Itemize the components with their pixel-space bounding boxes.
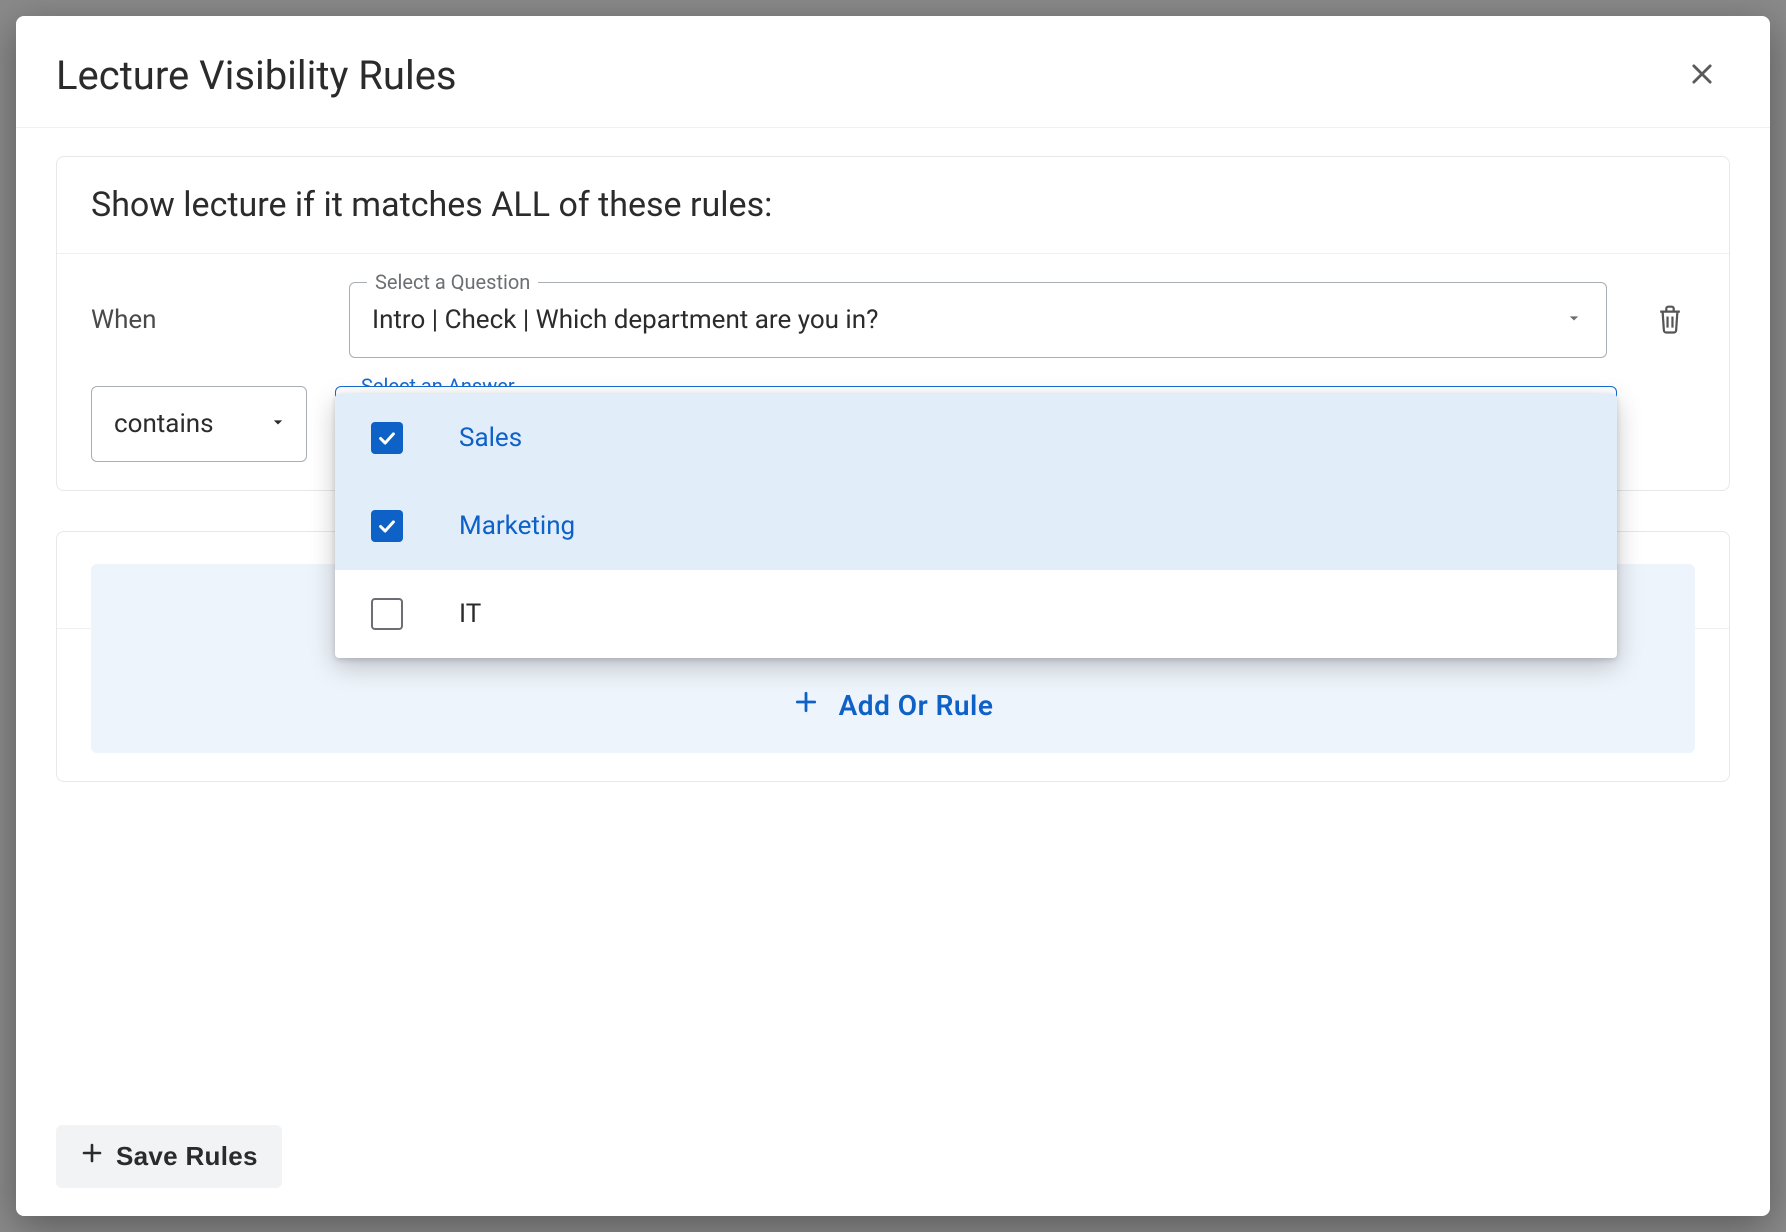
checkbox-unchecked-icon (371, 598, 403, 630)
answer-option-label: Marketing (459, 511, 575, 541)
answer-option-label: IT (459, 599, 481, 629)
close-icon (1688, 76, 1716, 91)
trash-icon (1655, 323, 1685, 338)
answer-option-label: Sales (459, 423, 522, 453)
rule-question-row: When Select a Question Intro | Check | W… (91, 282, 1695, 358)
plus-icon (80, 1141, 104, 1172)
caret-down-icon (1564, 305, 1584, 335)
operator-select[interactable]: contains (91, 386, 307, 462)
delete-rule-button[interactable] (1645, 295, 1695, 346)
all-rules-title: Show lecture if it matches ALL of these … (91, 185, 1695, 225)
checkbox-checked-icon (371, 510, 403, 542)
modal-header: Lecture Visibility Rules (16, 16, 1770, 128)
when-label: When (91, 305, 321, 335)
checkbox-checked-icon (371, 422, 403, 454)
question-select-value: Intro | Check | Which department are you… (372, 305, 878, 335)
rule-answer-row: contains Select an Answer (91, 386, 1695, 462)
all-rules-header: Show lecture if it matches ALL of these … (57, 157, 1729, 254)
plus-icon (793, 689, 819, 722)
visibility-rules-modal: Lecture Visibility Rules Show lecture if… (16, 16, 1770, 1216)
answer-option-marketing[interactable]: Marketing (335, 482, 1617, 570)
operator-select-value: contains (114, 409, 214, 439)
add-or-rule-label: Add Or Rule (839, 689, 994, 722)
save-rules-button[interactable]: Save Rules (56, 1125, 282, 1188)
caret-down-icon (268, 409, 288, 439)
close-button[interactable] (1682, 54, 1722, 97)
answer-option-it[interactable]: IT (335, 570, 1617, 658)
answer-dropdown-menu: Sales Marketing IT (335, 394, 1617, 658)
question-field-label: Select a Question (367, 270, 538, 294)
all-rules-card: Show lecture if it matches ALL of these … (56, 156, 1730, 491)
answer-field: Select an Answer Sales (335, 386, 1617, 462)
all-rules-body: When Select a Question Intro | Check | W… (57, 254, 1729, 490)
save-rules-label: Save Rules (116, 1141, 258, 1172)
modal-title: Lecture Visibility Rules (56, 52, 457, 99)
modal-body: Show lecture if it matches ALL of these … (16, 128, 1770, 1111)
answer-option-sales[interactable]: Sales (335, 394, 1617, 482)
modal-footer: Save Rules (16, 1111, 1770, 1216)
question-field: Select a Question Intro | Check | Which … (349, 282, 1607, 358)
